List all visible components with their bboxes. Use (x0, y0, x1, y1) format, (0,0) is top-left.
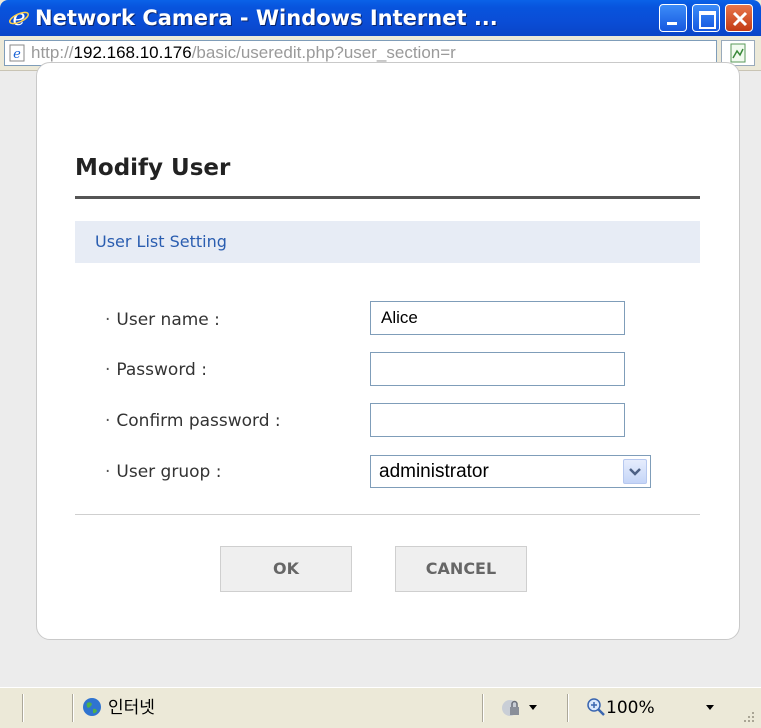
page-icon: e (9, 44, 25, 62)
username-label: · User name : (105, 310, 220, 330)
bullet: · (105, 462, 111, 482)
zoom-icon[interactable] (586, 697, 606, 717)
confirm-password-label-text: Confirm password : (116, 411, 281, 431)
bullet: · (105, 310, 111, 330)
status-separator (482, 694, 484, 722)
zoom-level[interactable]: 100% (606, 694, 655, 722)
url-prefix: http:// (31, 43, 74, 62)
window-title: Network Camera - Windows Internet ... (35, 6, 498, 30)
ie-icon: e (9, 6, 29, 28)
cancel-button[interactable]: CANCEL (395, 546, 527, 592)
chevron-down-icon[interactable] (529, 705, 537, 710)
confirm-password-input[interactable] (370, 403, 625, 437)
username-input[interactable] (370, 301, 625, 335)
bullet: · (105, 360, 111, 380)
form-divider (75, 514, 700, 515)
bullet: · (105, 411, 111, 431)
status-bar: 인터넷 100% (0, 687, 761, 728)
maximize-icon[interactable] (692, 4, 720, 32)
protected-mode-icon[interactable] (498, 697, 526, 719)
modify-user-panel (36, 62, 740, 640)
close-icon[interactable] (725, 4, 753, 32)
confirm-password-label: · Confirm password : (105, 411, 281, 431)
url-path: /basic/useredit.php?user_section=r (191, 43, 456, 62)
url-host: 192.168.10.176 (73, 43, 192, 62)
user-group-label-text: User gruop : (116, 462, 222, 482)
security-zone-label: 인터넷 (108, 698, 155, 718)
user-group-label: · User gruop : (105, 462, 221, 482)
password-label: · Password : (105, 360, 207, 380)
resize-grip-icon[interactable] (740, 708, 756, 724)
status-separator (567, 694, 569, 722)
browser-window: e Network Camera - Windows Internet ... … (0, 0, 761, 728)
password-input[interactable] (370, 352, 625, 386)
svg-text:e: e (12, 6, 25, 28)
title-bar[interactable]: e Network Camera - Windows Internet ... (0, 0, 761, 36)
globe-icon (83, 698, 101, 716)
minimize-icon[interactable] (659, 4, 687, 32)
user-group-value: administrator (379, 461, 489, 482)
password-label-text: Password : (116, 360, 207, 380)
status-separator (22, 694, 24, 722)
svg-text:e: e (13, 47, 21, 62)
chevron-down-icon[interactable] (706, 705, 714, 710)
ok-button[interactable]: OK (220, 546, 352, 592)
section-header: User List Setting (75, 221, 700, 263)
chevron-down-icon[interactable] (623, 459, 647, 484)
section-title: User List Setting (95, 232, 227, 251)
status-separator (72, 694, 74, 722)
page-title: Modify User (75, 155, 231, 181)
username-label-text: User name : (116, 310, 220, 330)
title-divider (75, 196, 700, 199)
user-group-select[interactable]: administrator (370, 455, 651, 488)
